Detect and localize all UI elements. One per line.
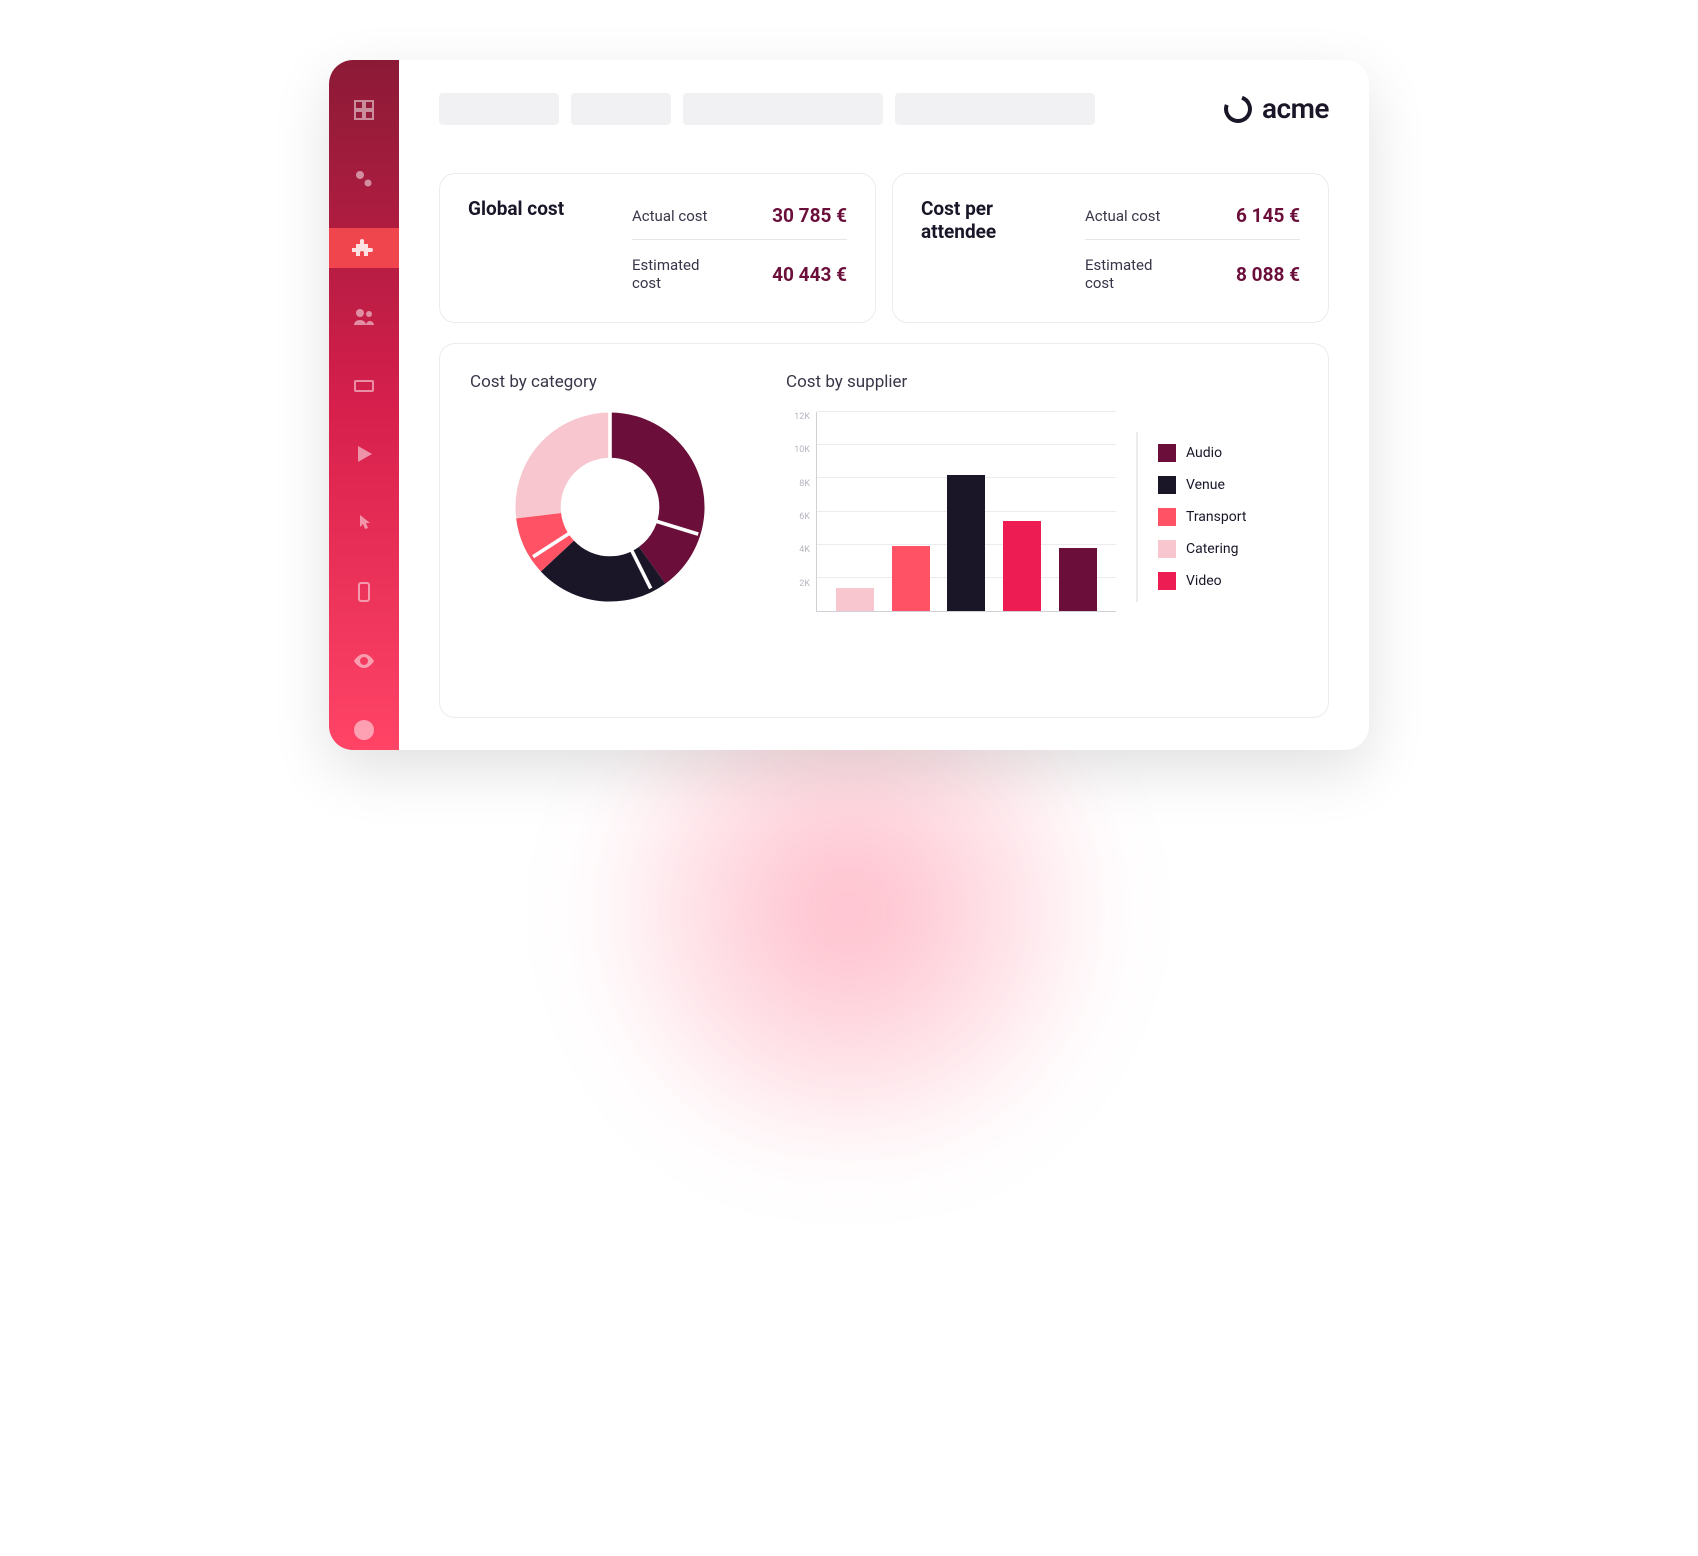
legend-catering: Catering: [1158, 540, 1246, 558]
mobile-icon: [352, 580, 376, 604]
legend-separator: [1136, 432, 1138, 602]
sidebar-item-visibility[interactable]: [329, 640, 399, 681]
global-actual-value: 30 785 €: [772, 204, 847, 227]
legend-venue: Venue: [1158, 476, 1246, 494]
bars: [817, 412, 1116, 611]
per-attendee-actual-value: 6 145 €: [1236, 204, 1300, 227]
cost-by-supplier-chart: Cost by supplier 12K 10K 8K 6K 4K 2K: [786, 372, 1298, 689]
main-content: acme Global cost Actual cost 30 785 € Es…: [399, 60, 1369, 750]
per-attendee-actual-label: Actual cost: [1085, 207, 1160, 225]
header: acme: [439, 92, 1329, 125]
stat-cards: Global cost Actual cost 30 785 € Estimat…: [439, 173, 1329, 323]
tick-6k: 6K: [786, 512, 810, 522]
tick-2k: 2K: [786, 579, 810, 589]
global-actual-row: Actual cost 30 785 €: [632, 198, 847, 240]
sidebar-item-mobile[interactable]: [329, 572, 399, 613]
gears-icon: [352, 167, 376, 191]
header-placeholder-4: [895, 93, 1095, 125]
global-estimated-label: Estimated cost: [632, 256, 722, 292]
puzzle-icon: [352, 236, 376, 260]
sidebar-item-people[interactable]: [329, 296, 399, 337]
grid-icon: [352, 98, 376, 122]
tick-4k: 4K: [786, 545, 810, 555]
header-placeholder-1: [439, 93, 559, 125]
legend-transport-label: Transport: [1186, 509, 1246, 525]
global-estimated-value: 40 443 €: [772, 263, 847, 286]
tick-8k: 8K: [786, 479, 810, 489]
bar-catering: [836, 588, 874, 611]
dashboard-window: acme Global cost Actual cost 30 785 € Es…: [329, 60, 1369, 750]
pie-icon: [352, 718, 376, 742]
per-attendee-estimated-row: Estimated cost 8 088 €: [1085, 250, 1300, 298]
global-actual-label: Actual cost: [632, 207, 707, 225]
sidebar-item-reports[interactable]: [329, 709, 399, 750]
bar-chart: 12K 10K 8K 6K 4K 2K: [786, 412, 1116, 612]
sidebar: [329, 60, 399, 750]
charts-card: Cost by category Cost by supplier: [439, 343, 1329, 718]
per-attendee-estimated-label: Estimated cost: [1085, 256, 1175, 292]
bar-video: [1003, 521, 1041, 611]
cost-by-category-chart: Cost by category: [470, 372, 750, 689]
legend-catering-label: Catering: [1186, 541, 1238, 557]
swatch-audio: [1158, 444, 1176, 462]
category-chart-title: Cost by category: [470, 372, 750, 392]
sidebar-item-dashboard[interactable]: [329, 90, 399, 131]
people-icon: [352, 305, 376, 329]
header-placeholder-2: [571, 93, 671, 125]
swatch-transport: [1158, 508, 1176, 526]
legend-audio-label: Audio: [1186, 445, 1222, 461]
sidebar-item-play[interactable]: [329, 434, 399, 475]
eye-icon: [352, 649, 376, 673]
brand-logo: acme: [1224, 92, 1329, 125]
tick-12k: 12K: [786, 412, 810, 422]
tick-10k: 10K: [786, 445, 810, 455]
cost-per-attendee-card: Cost per attendee Actual cost 6 145 € Es…: [892, 173, 1329, 323]
legend-video: Video: [1158, 572, 1246, 590]
global-cost-card: Global cost Actual cost 30 785 € Estimat…: [439, 173, 876, 323]
brand-name: acme: [1262, 92, 1329, 125]
swatch-catering: [1158, 540, 1176, 558]
pointer-icon: [352, 511, 376, 535]
bar-transport: [892, 546, 930, 611]
supplier-chart-title: Cost by supplier: [786, 372, 1298, 392]
bar-audio: [1059, 548, 1097, 611]
legend-video-label: Video: [1186, 573, 1222, 589]
logo-mark-icon: [1219, 90, 1256, 127]
global-cost-title: Global cost: [468, 198, 608, 298]
legend-audio: Audio: [1158, 444, 1246, 462]
per-attendee-actual-row: Actual cost 6 145 €: [1085, 198, 1300, 240]
sidebar-item-settings[interactable]: [329, 159, 399, 200]
ticket-icon: [352, 374, 376, 398]
global-estimated-row: Estimated cost 40 443 €: [632, 250, 847, 298]
per-attendee-title: Cost per attendee: [921, 198, 1061, 298]
sidebar-item-tickets[interactable]: [329, 365, 399, 406]
sidebar-item-pointer[interactable]: [329, 503, 399, 544]
play-icon: [352, 442, 376, 466]
swatch-video: [1158, 572, 1176, 590]
bar-venue: [947, 475, 985, 611]
legend-venue-label: Venue: [1186, 477, 1225, 493]
donut-chart: [515, 412, 705, 602]
legend-transport: Transport: [1158, 508, 1246, 526]
per-attendee-estimated-value: 8 088 €: [1236, 263, 1300, 286]
header-placeholder-3: [683, 93, 883, 125]
swatch-venue: [1158, 476, 1176, 494]
legend: Audio Venue Transport: [1158, 412, 1246, 622]
y-axis-ticks: 12K 10K 8K 6K 4K 2K: [786, 412, 814, 612]
sidebar-item-integrations[interactable]: [329, 228, 399, 269]
